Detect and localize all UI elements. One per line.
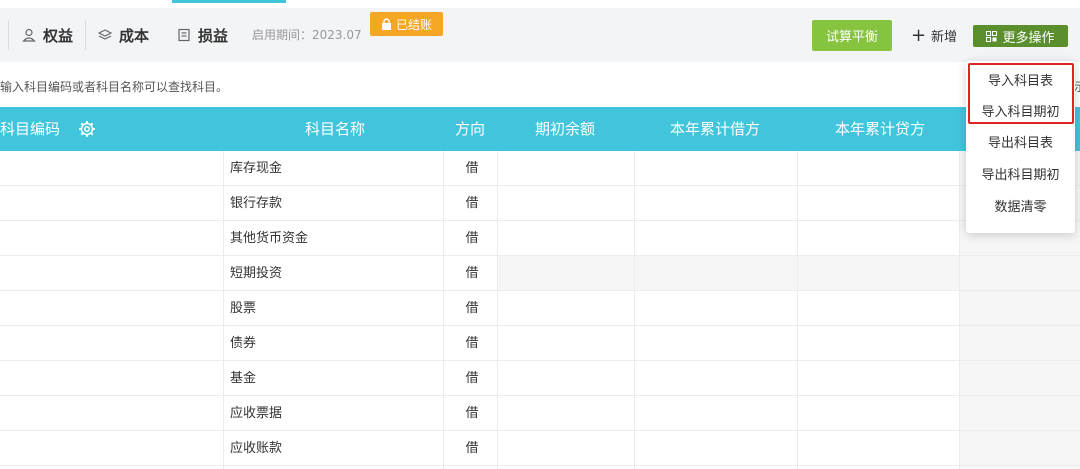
account-name-cell: 债券 xyxy=(230,336,257,351)
direction-cell: 借 xyxy=(465,406,479,421)
account-name-cell: 银行存款 xyxy=(230,196,283,211)
tab-equity[interactable]: 权益 xyxy=(22,8,73,62)
document-icon xyxy=(178,28,190,42)
header-ytd-credit: 本年累计贷方 xyxy=(834,120,925,138)
direction-cell: 借 xyxy=(465,371,479,386)
plus-icon: + xyxy=(910,25,927,46)
tab-equity-label: 权益 xyxy=(43,26,74,45)
direction-cell: 借 xyxy=(465,161,479,176)
header-direction: 方向 xyxy=(454,120,485,138)
more-actions-label: 更多操作 xyxy=(1002,30,1055,46)
person-icon xyxy=(22,28,36,42)
account-name-cell: 股票 xyxy=(230,301,257,316)
table-row[interactable]: 短期投资 借 xyxy=(0,256,1080,291)
header-account-name: 科目名称 xyxy=(304,120,365,138)
table-row[interactable]: 债券 借 xyxy=(0,326,1080,361)
table-row[interactable]: 应收账款 借 xyxy=(0,431,1080,466)
direction-cell: 借 xyxy=(465,301,479,316)
add-button[interactable]: + 新增 xyxy=(904,20,964,51)
account-name-cell: 短期投资 xyxy=(230,266,283,281)
search-hint: 请输入科目编码或者科目名称可以查找科目。 xyxy=(0,80,229,94)
enable-period: 启用期间：2023.07 xyxy=(252,28,362,42)
header-account-code: 科目编码 xyxy=(0,120,61,138)
more-actions-button[interactable]: 更多操作 xyxy=(973,25,1068,47)
trial-balance-button[interactable]: 试算平衡 xyxy=(812,20,892,51)
tab-cost[interactable]: 成本 xyxy=(98,8,149,62)
tab-profit-loss-label: 损益 xyxy=(198,26,229,45)
table-row[interactable]: 股票 借 xyxy=(0,291,1080,326)
layers-icon xyxy=(98,29,112,40)
add-button-label: 新增 xyxy=(931,30,958,45)
gear-icon[interactable] xyxy=(78,120,96,138)
table-row[interactable]: 基金 借 xyxy=(0,361,1080,396)
direction-cell: 借 xyxy=(465,336,479,351)
table-body: 库存现金 借 银行存款 借 其他货币资金 借 短期投资 借 股票 借 债券 借 … xyxy=(0,151,1080,466)
table-row[interactable]: 其他货币资金 借 xyxy=(0,221,1080,256)
menu-item-clear-data[interactable]: 数据清零 xyxy=(966,193,1075,223)
direction-cell: 借 xyxy=(465,441,479,456)
table-row[interactable]: 库存现金 借 xyxy=(0,151,1080,186)
table-row[interactable]: 应收票据 借 xyxy=(0,396,1080,431)
tab-profit-loss[interactable]: 损益 xyxy=(177,8,228,62)
table-row[interactable]: 银行存款 借 xyxy=(0,186,1080,221)
direction-cell: 借 xyxy=(465,231,479,246)
more-actions-menu: 导入科目表 导入科目期初 导出科目表 导出科目期初 数据清零 xyxy=(966,61,1075,233)
account-name-cell: 应收账款 xyxy=(230,441,283,456)
header-opening-balance: 期初余额 xyxy=(534,120,595,138)
account-name-cell: 其他货币资金 xyxy=(230,231,309,246)
account-name-cell: 应收票据 xyxy=(230,406,283,421)
toolbar-divider xyxy=(85,20,86,50)
account-name-cell: 库存现金 xyxy=(230,161,283,176)
direction-cell: 借 xyxy=(465,196,479,211)
menu-item-export-opening[interactable]: 导出科目期初 xyxy=(966,161,1075,191)
menu-item-import-accounts[interactable]: 导入科目表 xyxy=(966,67,1075,97)
active-tab-indicator xyxy=(172,0,286,3)
tab-cost-label: 成本 xyxy=(119,26,150,45)
header-ytd-debit: 本年累计借方 xyxy=(669,120,760,138)
toolbar: 权益 成本 损益 启用期间：2023.07 已结账 试算平衡 + 新增 更多操作 xyxy=(0,8,1080,62)
direction-cell: 借 xyxy=(465,266,479,281)
lock-icon xyxy=(381,18,391,30)
toolbar-divider xyxy=(8,20,9,50)
menu-item-import-opening[interactable]: 导入科目期初 xyxy=(966,98,1075,128)
menu-item-export-accounts[interactable]: 导出科目表 xyxy=(966,129,1075,159)
account-name-cell: 基金 xyxy=(230,371,257,386)
grid-icon xyxy=(986,30,998,42)
closed-status-badge: 已结账 xyxy=(370,12,443,36)
closed-status-label: 已结账 xyxy=(395,17,432,32)
table-header: 科目编码 科目名称 方向 期初余额 本年累计借方 本年累计贷方 xyxy=(0,107,1080,151)
